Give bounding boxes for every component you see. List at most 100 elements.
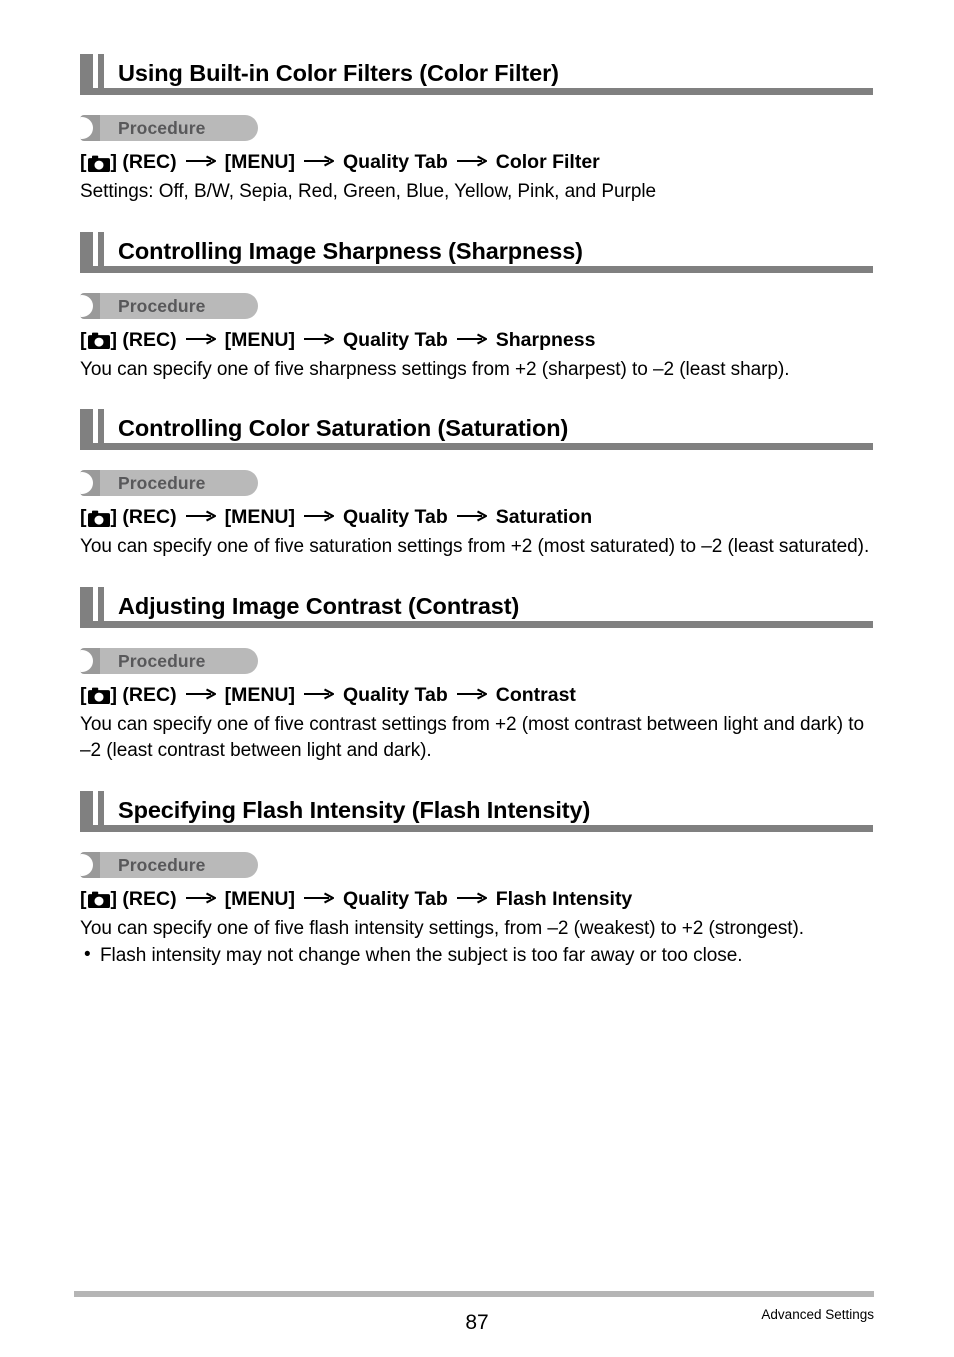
menu-path-bracket-open: [ [80,328,87,351]
arrow-right-icon [185,155,216,167]
camera-icon [87,155,110,172]
procedure-badge-notch-icon [80,472,93,494]
menu-path-menu-label: [MENU] [224,328,295,351]
menu-path-rec-label: (REC) [122,151,177,173]
procedure-badge: Procedure [80,470,258,496]
section-body-text: You can specify one of five flash intens… [80,917,805,939]
manual-section: Controlling Color Saturation (Saturation… [80,407,874,561]
arrow-right-icon [304,891,334,904]
camera-icon [87,687,110,704]
footer-divider [74,1291,874,1297]
menu-path-item-label: Color Filter [495,151,600,173]
menu-path-tab-label: Quality Tab [343,683,448,706]
procedure-badge: Procedure [80,851,258,878]
manual-section: Specifying Flash Intensity (Flash Intens… [80,789,874,970]
procedure-badge-notch-icon [80,853,93,876]
section-title: Using Built-in Color Filters (Color Filt… [118,60,559,86]
section-body-text: You can specify one of five contrast set… [80,713,864,762]
arrow-right-icon [456,687,487,700]
section-body-text: You can specify one of five sharpness se… [80,358,790,380]
section-body-text: Settings: Off, B/W, Sepia, Red, Green, B… [80,181,657,202]
section-marker-bars [80,231,104,266]
section-underline [80,265,873,273]
section-heading: Specifying Flash Intensity (Flash Intens… [80,789,874,825]
menu-path-menu-label: [MENU] [224,151,295,173]
section-heading: Controlling Color Saturation (Saturation… [80,407,874,443]
section-marker-bars [80,409,104,443]
bullet-icon: • [84,944,91,965]
section-heading: Adjusting Image Contrast (Contrast) [80,585,874,621]
section-marker-bars [80,790,104,825]
menu-path-item-label: Contrast [495,683,576,706]
menu-path-item-label: Sharpness [495,328,596,351]
procedure-badge-cap [80,647,100,674]
arrow-right-icon [185,891,216,904]
menu-path: [] (REC) [MENU] Quality Tab Contrast [80,682,874,708]
menu-path-tab-label: Quality Tab [343,328,448,351]
menu-path-rec-label: (REC) [122,887,177,910]
manual-section: Controlling Image Sharpness (Sharpness) P… [80,230,874,384]
camera-icon [87,332,110,349]
procedure-badge-label: Procedure [118,650,206,671]
menu-path: [] (REC) [MENU] Quality Tab Color Filter [80,149,874,175]
camera-icon [87,510,110,527]
menu-path-tab-label: Quality Tab [343,151,448,173]
footer-section-label: Advanced Settings [761,1307,874,1322]
section-body-text: You can specify one of five saturation s… [80,536,870,557]
arrow-right-icon [456,332,487,345]
procedure-badge-notch-icon [80,294,93,317]
arrow-right-icon [304,687,334,700]
procedure-badge-label: Procedure [118,118,206,138]
section-marker-bars [80,586,104,621]
menu-path-menu-label: [MENU] [224,683,295,706]
section-marker-bar [80,231,93,266]
procedure-badge: Procedure [80,647,258,674]
menu-path-item-label: Flash Intensity [495,887,633,910]
section-title: Adjusting Image Contrast (Contrast) [118,592,520,619]
section-underline [80,443,873,450]
menu-path-bracket-open: [ [80,151,87,173]
section-heading: Controlling Image Sharpness (Sharpness) [80,230,874,266]
procedure-badge-cap [80,851,100,878]
procedure-badge: Procedure [80,115,258,141]
menu-path-tab-label: Quality Tab [343,506,448,528]
arrow-right-icon [185,332,216,345]
section-marker-bars [80,54,104,88]
procedure-badge-label: Procedure [118,473,206,493]
menu-path-rec-label: (REC) [122,328,177,351]
menu-path-menu-label: [MENU] [224,506,295,528]
section-marker-bar [80,790,93,825]
section-underline [80,824,873,832]
procedure-badge-cap [80,115,100,141]
arrow-right-icon [185,510,216,522]
note-list: • Flash intensity may not change when the… [80,943,874,970]
procedure-badge: Procedure [80,292,258,319]
menu-path-menu-label: [MENU] [224,887,295,910]
arrow-right-icon [456,891,487,904]
arrow-right-icon [304,510,334,522]
section-title: Controlling Color Saturation (Saturation… [118,415,569,441]
menu-path: [] (REC) [MENU] Quality Tab Saturation [80,504,874,530]
procedure-badge-label: Procedure [118,854,206,875]
section-heading: Using Built-in Color Filters (Color Filt… [80,52,874,88]
manual-section: Using Built-in Color Filters (Color Filt… [80,52,874,206]
arrow-right-icon [456,510,487,522]
note-text: Flash intensity may not change when the … [100,945,743,966]
menu-path-bracket-open: [ [80,887,87,910]
note-item: • Flash intensity may not change when the… [80,943,874,970]
procedure-badge-notch-icon [80,117,93,139]
section-underline [80,88,873,95]
section-marker-bar [80,54,93,88]
manual-section: Adjusting Image Contrast (Contrast) Proce… [80,585,874,765]
menu-path-bracket-open: [ [80,506,87,528]
section-title: Controlling Image Sharpness (Sharpness) [118,237,583,264]
arrow-right-icon [304,332,334,345]
section-marker-bar [80,586,93,621]
section-title: Specifying Flash Intensity (Flash Intens… [118,796,591,823]
document-page: Using Built-in Color Filters (Color Filt… [0,0,954,1357]
menu-path: [] (REC) [MENU] Quality Tab Flash Intensity [80,886,874,912]
